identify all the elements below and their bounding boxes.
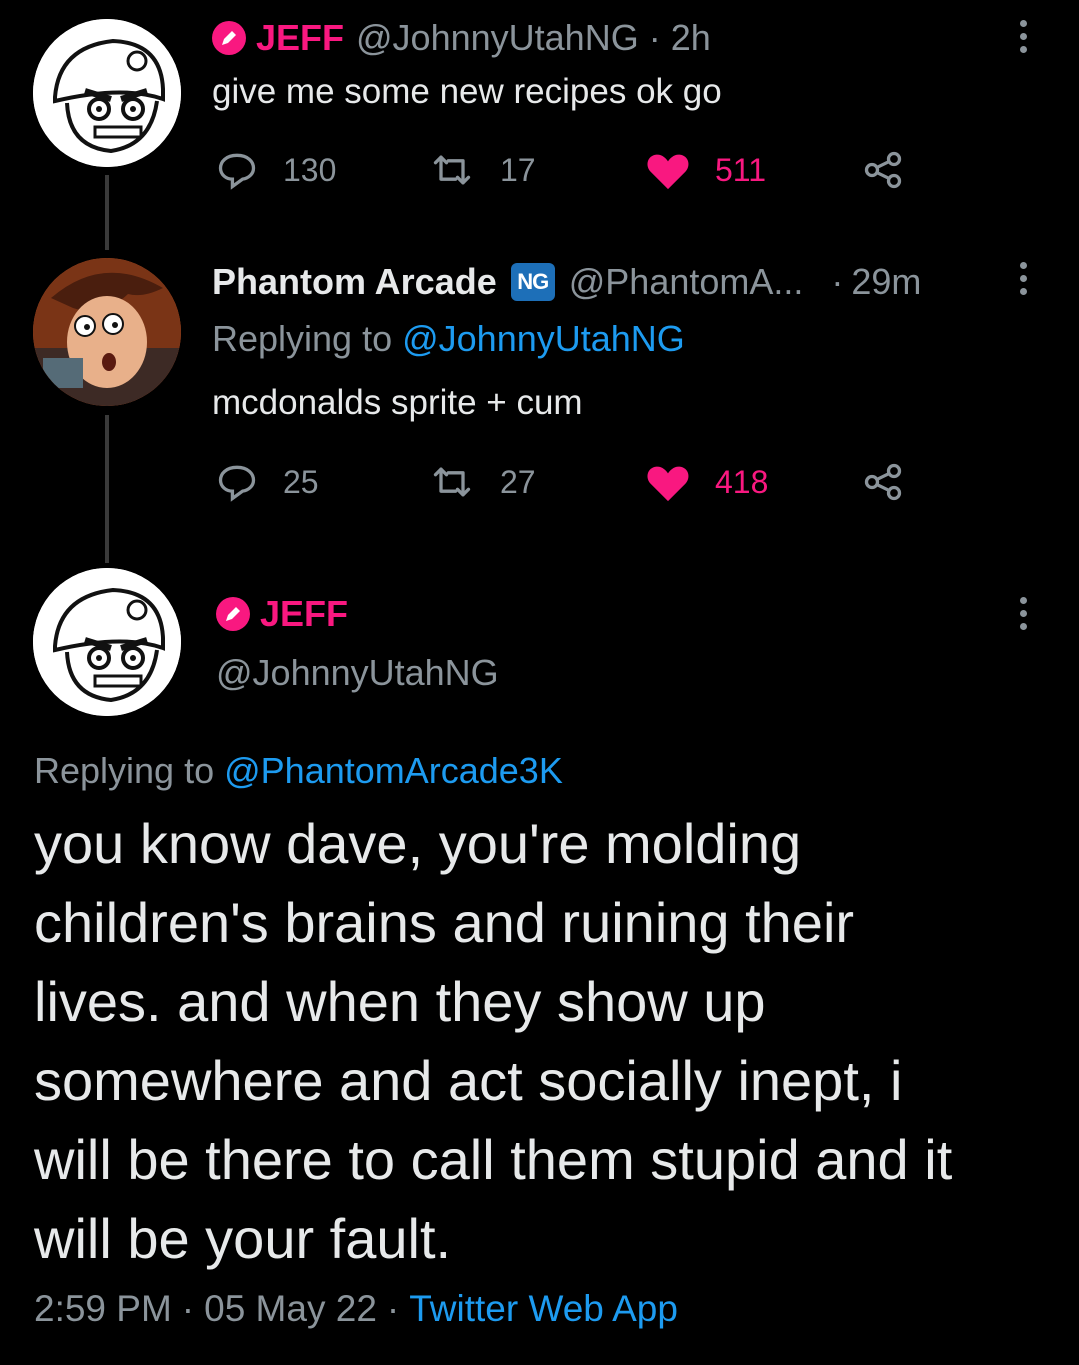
meta-sep: · [386, 1288, 400, 1329]
main-tweet-meta: 2:59 PM · 05 May 22 · Twitter Web App [34, 1288, 678, 1330]
like-count: 511 [715, 151, 767, 188]
tweet-text-line: you know dave, you're molding [34, 812, 802, 875]
reply-count: 25 [283, 463, 319, 500]
retweet-icon [433, 467, 471, 497]
tweet2-time[interactable]: 29m [851, 261, 921, 303]
tweet-text-line: lives. and when they show up [34, 970, 766, 1033]
replying-to-handle-link[interactable]: @JohnnyUtahNG [402, 318, 685, 360]
reply-icon [218, 465, 256, 502]
pencil-icon [216, 597, 250, 631]
tweet2-handle[interactable]: @PhantomA... [569, 261, 804, 303]
replying-to-label: Replying to [34, 750, 215, 791]
retweet-count: 17 [500, 151, 536, 188]
tweet1-sep: · [648, 17, 661, 58]
heart-icon [647, 466, 689, 502]
avatar-phantom-arcade[interactable] [33, 258, 181, 406]
newgrounds-badge-icon: NG [510, 263, 555, 301]
main-tweet-text: you know dave, you're molding children's… [34, 804, 952, 1278]
share-icon [864, 151, 902, 189]
like-count: 418 [715, 463, 769, 500]
tweet-text-line: somewhere and act socially inept, i [34, 1049, 903, 1112]
main-tweet-display-name[interactable]: JEFF [260, 593, 348, 635]
like-button[interactable]: 418 [645, 460, 768, 504]
share-button[interactable] [860, 460, 906, 509]
tweet1-header: JEFF @JohnnyUtahNG · 2h [212, 16, 711, 60]
retweet-button[interactable]: 27 [428, 460, 536, 504]
share-icon [864, 463, 902, 501]
avatar-jeff[interactable] [33, 19, 181, 167]
retweet-icon [433, 155, 471, 185]
tweet-text-line: children's brains and ruining their [34, 891, 855, 954]
replying-to-label: Replying to [212, 318, 393, 359]
meta-sep: · [181, 1288, 195, 1329]
tweet1-display-name[interactable]: JEFF [256, 17, 344, 59]
like-button[interactable]: 511 [645, 148, 766, 192]
reply-button[interactable]: 25 [215, 460, 319, 504]
tweet-text-line: will be there to call them stupid and it [34, 1128, 953, 1191]
thread-line [105, 175, 109, 250]
tweet2-replying-to: Replying to @JohnnyUtahNG [212, 318, 685, 360]
tweet-date[interactable]: 05 May 22 [204, 1288, 377, 1330]
tweet2-header: Phantom Arcade NG @PhantomA... · 29m [212, 260, 921, 304]
tweet1-text: give me some new recipes ok go [212, 72, 722, 111]
main-tweet-replying-to: Replying to @PhantomArcade3K [34, 750, 563, 792]
tweet2-display-name[interactable]: Phantom Arcade [212, 261, 497, 303]
reply-icon [218, 153, 256, 190]
retweet-button[interactable]: 17 [428, 148, 536, 192]
thread-line [105, 415, 109, 563]
tweet-text-line: will be your fault. [34, 1207, 452, 1270]
tweet1-handle[interactable]: @JohnnyUtahNG [356, 17, 639, 59]
main-tweet-handle[interactable]: @JohnnyUtahNG [216, 652, 499, 694]
avatar-jeff[interactable] [33, 568, 181, 716]
tweet2-sep: · [831, 261, 844, 302]
more-options-icon[interactable] [1020, 262, 1027, 295]
tweet1-time[interactable]: 2h [671, 17, 711, 59]
replying-to-handle-link[interactable]: @PhantomArcade3K [224, 750, 563, 792]
pencil-icon [212, 21, 246, 55]
more-options-icon[interactable] [1020, 597, 1027, 630]
main-tweet-name-row: JEFF [216, 592, 348, 636]
tweet-source-link[interactable]: Twitter Web App [409, 1288, 678, 1330]
retweet-count: 27 [500, 463, 536, 500]
share-button[interactable] [860, 148, 906, 197]
reply-button[interactable]: 130 [215, 148, 336, 192]
more-options-icon[interactable] [1020, 20, 1027, 53]
tweet-time[interactable]: 2:59 PM [34, 1288, 172, 1330]
heart-icon [647, 154, 689, 190]
tweet2-text: mcdonalds sprite + cum [212, 383, 583, 422]
reply-count: 130 [283, 151, 337, 188]
